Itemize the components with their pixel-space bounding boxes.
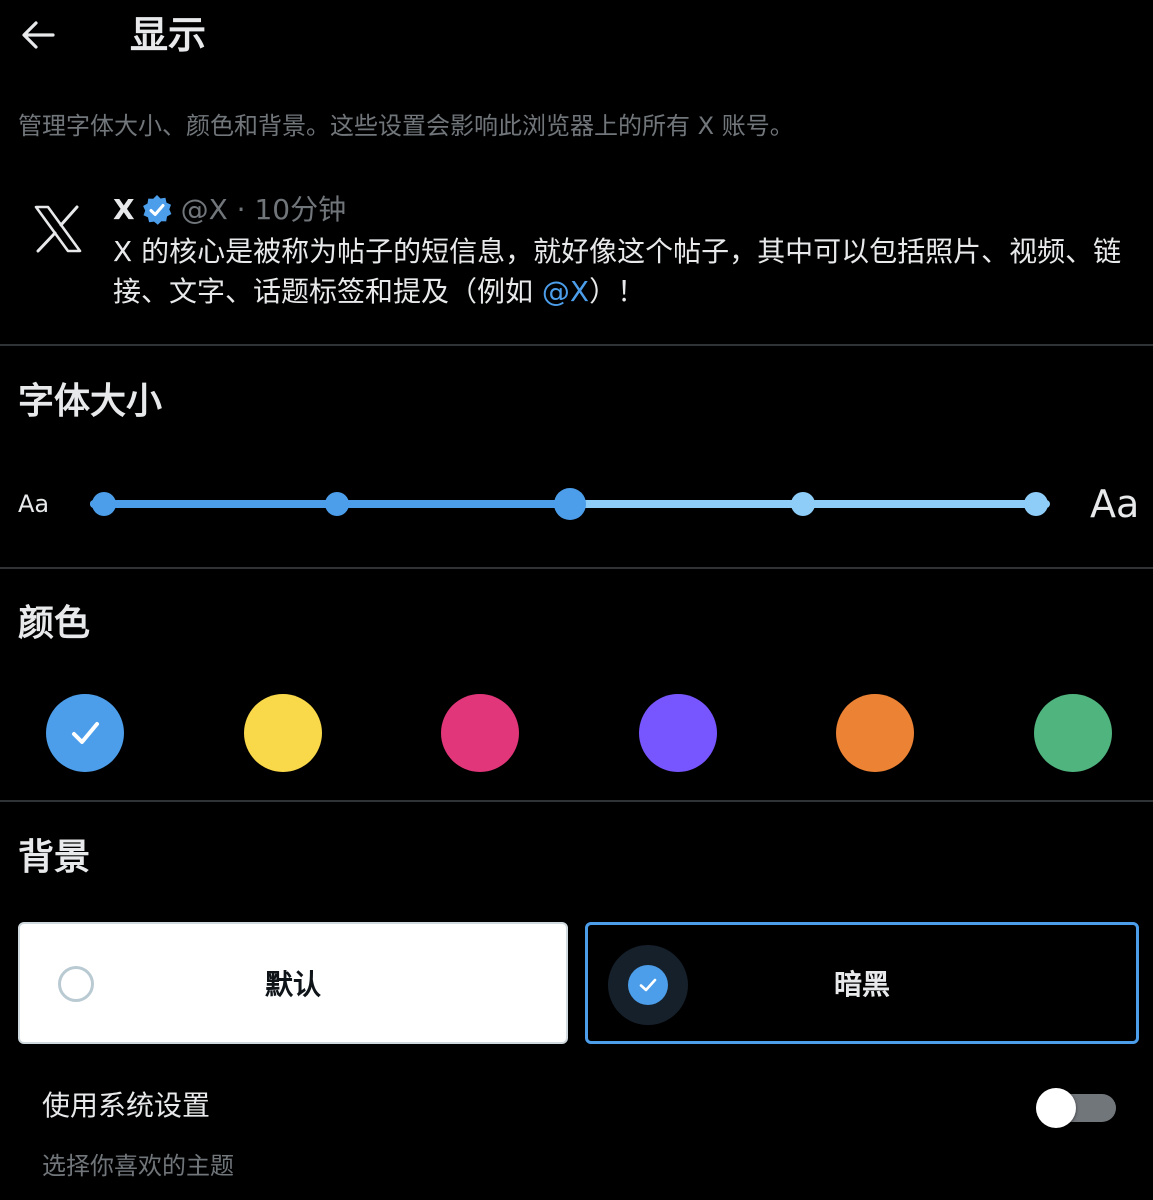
font-size-small-label: Aa xyxy=(18,490,50,518)
background-option-default[interactable]: 默认 xyxy=(18,922,568,1044)
post-handle-time: @X · 10分钟 xyxy=(180,193,347,226)
toggle-knob xyxy=(1036,1088,1076,1128)
color-swatch-green[interactable] xyxy=(1034,694,1112,772)
post-mention-link[interactable]: @X xyxy=(542,275,589,308)
font-size-title: 字体大小 xyxy=(18,381,163,422)
radio-checked-halo xyxy=(608,945,688,1025)
font-size-stop-2[interactable] xyxy=(325,492,349,516)
post-author-name: X xyxy=(113,193,135,226)
font-size-slider[interactable] xyxy=(90,488,1050,520)
color-swatch-purple[interactable] xyxy=(639,694,717,772)
page-title: 显示 xyxy=(130,13,207,57)
system-setting-subtitle: 选择你喜欢的主题 xyxy=(42,1152,234,1180)
verified-badge-icon xyxy=(141,194,173,226)
post-body: X 的核心是被称为帖子的短信息，就好像这个帖子，其中可以包括照片、视频、链接、文… xyxy=(113,232,1123,312)
divider xyxy=(0,567,1153,569)
color-title: 颜色 xyxy=(18,603,91,644)
font-size-stop-5[interactable] xyxy=(1024,492,1048,516)
color-swatch-blue[interactable] xyxy=(46,694,124,772)
page-description: 管理字体大小、颜色和背景。这些设置会影响此浏览器上的所有 X 账号。 xyxy=(18,112,794,140)
font-size-large-label: Aa xyxy=(1090,482,1140,526)
x-logo-icon xyxy=(32,200,84,258)
post-text-end: ）！ xyxy=(589,275,646,308)
font-size-stop-4[interactable] xyxy=(791,492,815,516)
font-size-stop-3[interactable] xyxy=(554,488,586,520)
system-setting-label: 使用系统设置 xyxy=(42,1089,211,1122)
arrow-left-icon xyxy=(22,21,55,49)
background-option-dark[interactable]: 暗黑 xyxy=(585,922,1139,1044)
color-swatch-yellow[interactable] xyxy=(244,694,322,772)
system-setting-toggle[interactable] xyxy=(1036,1088,1116,1128)
back-button[interactable] xyxy=(14,12,62,58)
color-swatch-orange[interactable] xyxy=(836,694,914,772)
background-option-label: 默认 xyxy=(264,968,321,1001)
radio-checked-icon xyxy=(628,965,668,1005)
background-option-label: 暗黑 xyxy=(833,968,890,1001)
divider xyxy=(0,344,1153,346)
post-header: X @X · 10分钟 xyxy=(113,190,346,230)
background-title: 背景 xyxy=(18,837,91,878)
font-size-stop-1[interactable] xyxy=(92,492,116,516)
radio-unchecked-icon xyxy=(58,966,94,1002)
check-icon xyxy=(72,722,99,744)
divider xyxy=(0,800,1153,802)
color-swatch-pink[interactable] xyxy=(441,694,519,772)
